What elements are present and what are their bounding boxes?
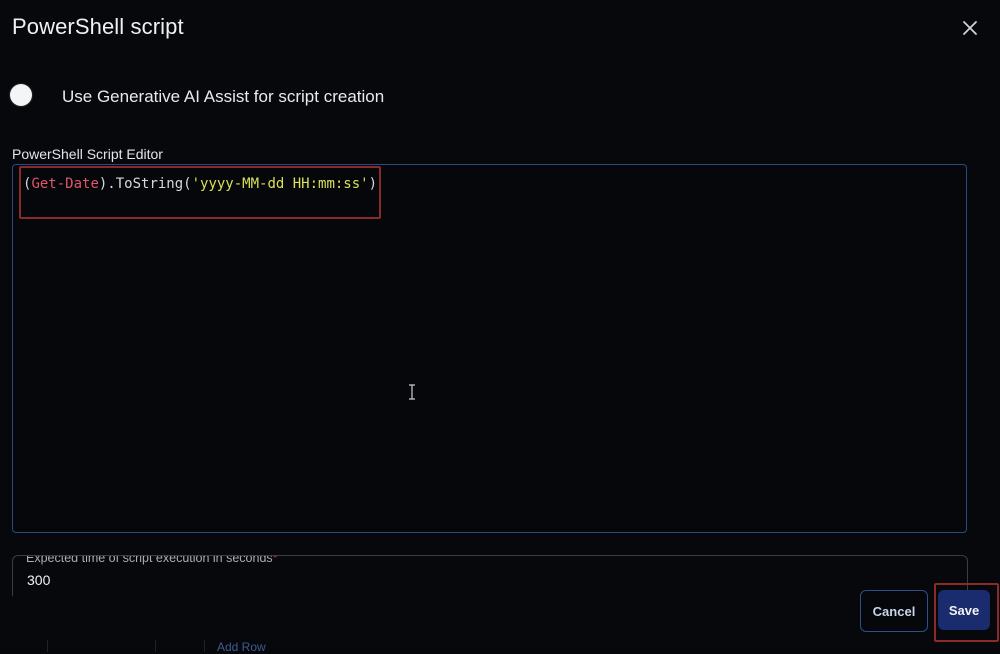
save-highlight-annotation [934,583,999,642]
table-divider [155,640,156,652]
ai-assist-toggle-label: Use Generative AI Assist for script crea… [62,87,385,106]
code-command-token: Get-Date [31,176,99,192]
ai-assist-toggle[interactable] [10,84,32,106]
code-close-paren: ) [368,176,378,192]
code-highlight-annotation [19,166,381,219]
code-method-token: ).ToString( [98,176,192,192]
add-row-button[interactable]: Add Row [217,640,266,654]
table-divider [47,640,48,652]
execution-time-field[interactable]: Expected time of script execution in sec… [12,555,968,596]
powershell-script-dialog: PowerShell script Use Generative AI Assi… [0,0,1000,654]
execution-time-value[interactable]: 300 [27,572,50,588]
text-cursor-icon [409,384,415,400]
close-icon [963,21,977,35]
dialog-title: PowerShell script [12,14,184,39]
script-editor[interactable]: (Get-Date).ToString('yyyy-MM-dd HH:mm:ss… [12,164,967,533]
cancel-button[interactable]: Cancel [860,590,928,632]
code-line: (Get-Date).ToString('yyyy-MM-dd HH:mm:ss… [23,176,377,192]
execution-time-label: Expected time of script execution in sec… [24,555,280,565]
ai-assist-toggle-row: Use Generative AI Assist for script crea… [10,83,610,109]
close-button[interactable] [958,16,982,40]
table-divider [204,640,205,652]
required-marker: * [272,555,278,565]
script-editor-label: PowerShell Script Editor [12,146,163,162]
code-string-token: 'yyyy-MM-dd HH:mm:ss' [191,176,369,192]
